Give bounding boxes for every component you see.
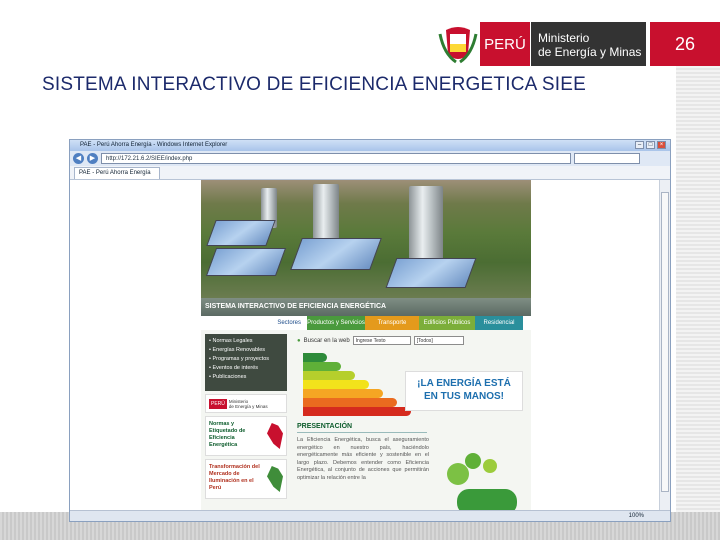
ministry-line-2: de Energía y Minas [538, 45, 642, 59]
presentation-text: La Eficiencia Energética, busca el asegu… [297, 437, 429, 481]
status-bar: 100% [70, 510, 670, 521]
vertical-scrollbar[interactable] [659, 180, 670, 511]
site-search-select[interactable]: [Todos] [413, 336, 464, 345]
siee-logo-icon [437, 449, 527, 511]
address-bar: ◀ ▶ http://172.21.6.2/SIEE/index.php [70, 151, 670, 166]
peru-coat-of-arms-icon [438, 24, 478, 66]
decorative-stripe [676, 66, 720, 540]
site-search-input[interactable]: Ingrese Texto [352, 336, 411, 345]
minimize-icon[interactable]: – [635, 141, 644, 149]
browser-titlebar: PAE - Perú Ahorra Energía - Windows Inte… [70, 140, 670, 151]
presentation-heading: PRESENTACIÓN [297, 423, 427, 433]
tab-main[interactable]: PAE - Perú Ahorra Energía [74, 167, 160, 179]
ministry-line-1: Ministerio [538, 31, 590, 45]
zoom-level[interactable]: 100% [629, 513, 644, 519]
peru-logo: PERÚ [480, 22, 530, 66]
sector-menu: Sectores Productos y Servicios Transport… [201, 316, 531, 330]
ministry-card-peru: PERÚ [209, 398, 227, 409]
back-icon[interactable]: ◀ [73, 153, 84, 164]
solar-panel-image [385, 258, 477, 288]
page-viewport: SISTEMA INTERACTIVO DE EFICIENCIA ENERGÉ… [70, 180, 660, 511]
side-link[interactable]: • Programas y proyectos [209, 355, 287, 364]
site-search-label: Buscar en la web [303, 337, 350, 344]
page-number: 26 [650, 22, 720, 66]
energy-bar [303, 407, 411, 416]
browser-search-input[interactable] [574, 153, 640, 164]
energy-bar [303, 398, 397, 407]
url-input[interactable]: http://172.21.6.2/SIEE/index.php [101, 153, 571, 164]
energy-bar [303, 362, 341, 371]
menu-item-residential[interactable]: Residencial [475, 316, 523, 330]
maximize-icon[interactable]: □ [646, 141, 655, 149]
slogan-box: ¡LA ENERGÍA ESTÁ EN TUS MANOS! [405, 371, 523, 411]
ministry-card[interactable]: PERÚ Ministerio de Energía y Minas [205, 394, 287, 413]
center-column: ● Buscar en la web Ingrese Texto [Todos]… [297, 334, 527, 511]
peru-logo-label: PERÚ [484, 35, 526, 53]
hero-photo-solar-heaters [201, 180, 531, 298]
site-banner-title: SISTEMA INTERACTIVO DE EFICIENCIA ENERGÉ… [201, 298, 531, 316]
window-title: PAE - Perú Ahorra Energía - Windows Inte… [80, 142, 228, 148]
solar-panel-image [206, 220, 276, 246]
energy-bar [303, 389, 383, 398]
promo-lighting[interactable]: Transformación del Mercado de Iluminació… [205, 459, 287, 499]
website: SISTEMA INTERACTIVO DE EFICIENCIA ENERGÉ… [201, 180, 531, 511]
menu-item-transport[interactable]: Transporte [365, 316, 419, 330]
peru-map-icon [267, 423, 283, 449]
ministry-logo: Ministerio de Energía y Minas [531, 22, 646, 66]
tab-bar: PAE - Perú Ahorra Energía [70, 166, 670, 180]
forward-icon[interactable]: ▶ [87, 153, 98, 164]
ministry-card-text: Ministerio de Energía y Minas [228, 398, 268, 409]
close-icon[interactable]: × [657, 141, 666, 149]
scrollbar-thumb[interactable] [661, 192, 669, 492]
slide-title: SISTEMA INTERACTIVO DE EFICIENCIA ENERGE… [42, 74, 587, 95]
left-column: • Normas Legales • Energías Renovables •… [205, 334, 287, 511]
promo-labeling-text: Normas y Etiquetado de Eficiencia Energé… [209, 421, 246, 448]
solar-panel-image [290, 238, 382, 270]
solar-panel-image [205, 248, 287, 276]
side-link[interactable]: • Eventos de interés [209, 364, 287, 373]
menu-item-products[interactable]: Productos y Servicios [307, 316, 365, 330]
search-icon: ● [297, 337, 301, 344]
side-link[interactable]: • Energías Renovables [209, 346, 287, 355]
menu-item-public-buildings[interactable]: Edificios Públicos [419, 316, 475, 330]
water-tank-image [313, 184, 339, 246]
browser-window: PAE - Perú Ahorra Energía - Windows Inte… [69, 139, 671, 522]
slogan-line-2: EN TUS MANOS! [424, 391, 504, 402]
energy-bar [303, 371, 355, 380]
promo-labeling[interactable]: Normas y Etiquetado de Eficiencia Energé… [205, 416, 287, 456]
energy-bar [303, 353, 327, 362]
side-link[interactable]: • Normas Legales [209, 337, 287, 346]
slogan-line-1: ¡LA ENERGÍA ESTÁ [417, 378, 511, 389]
window-controls: – □ × [635, 141, 666, 149]
side-link[interactable]: • Publicaciones [209, 373, 287, 382]
energy-rating-graphic: ¡LA ENERGÍA ESTÁ EN TUS MANOS! [297, 349, 527, 417]
promo-lighting-text: Transformación del Mercado de Iluminació… [209, 464, 260, 491]
energy-bar [303, 380, 369, 389]
menu-sectors-label[interactable]: Sectores [201, 316, 307, 330]
peru-map-icon [267, 466, 283, 492]
water-tank-image [409, 186, 443, 264]
site-search: ● Buscar en la web Ingrese Texto [Todos] [297, 334, 527, 347]
side-link-list: • Normas Legales • Energías Renovables •… [205, 334, 287, 391]
